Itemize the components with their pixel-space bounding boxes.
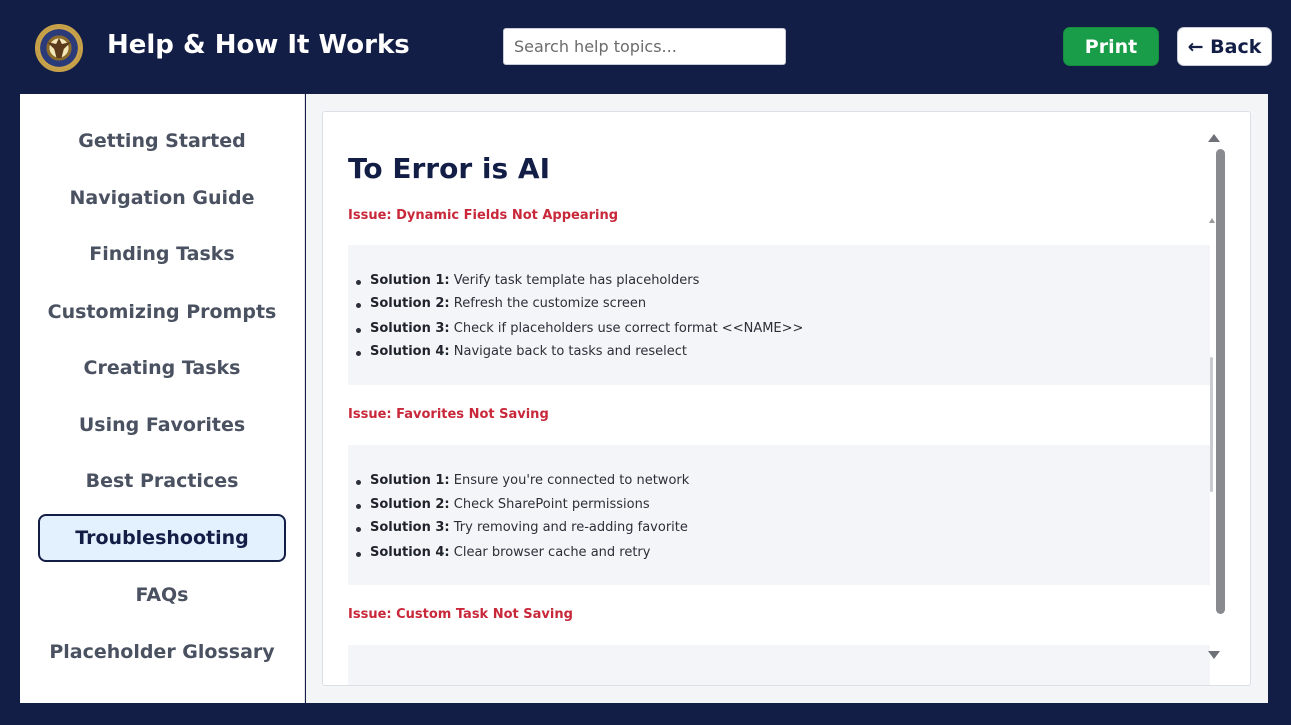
solution-label: Solution 3: (370, 321, 450, 336)
list-item: Solution 2: Check SharePoint permissions (356, 497, 650, 512)
issue-heading: Issue: Favorites Not Saving (348, 407, 549, 422)
caret-up-icon (1209, 218, 1215, 223)
solution-label: Solution 1: (370, 273, 450, 288)
sidebar-item-faqs[interactable]: FAQs (38, 571, 286, 619)
solution-text: Check if placeholders use correct format… (453, 321, 804, 336)
sidebar-item-customizing-prompts[interactable]: Customizing Prompts (38, 288, 286, 336)
solution-label: Solution 4: (370, 344, 450, 359)
list-item: Solution 2: Refresh the customize screen (355, 296, 647, 311)
sidebar-item-troubleshooting[interactable]: Troubleshooting (38, 514, 286, 562)
solution-text: Try removing and re-adding favorite (453, 520, 688, 535)
sidebar-item-using-favorites[interactable]: Using Favorites (38, 401, 286, 449)
solution-text: Check SharePoint permissions (453, 497, 650, 512)
list-item: Solution 1: Ensure you're connected to n… (355, 473, 690, 488)
solution-text: Ensure you're connected to network (453, 473, 690, 488)
solution-list: Solution 1: Verify task template has pla… (348, 245, 1210, 385)
seal-logo (35, 24, 83, 72)
issue-heading: Issue: Custom Task Not Saving (348, 607, 573, 622)
solution-label: Solution 4: (370, 545, 450, 560)
sidebar-item-finding-tasks[interactable]: Finding Tasks (38, 230, 286, 278)
list-item: Solution 3: Check if placeholders use co… (355, 321, 804, 336)
scroll-down-arrow-icon[interactable] (1208, 651, 1220, 659)
list-item: Solution 1: Verify task template has pla… (355, 273, 700, 288)
sidebar-item-best-practices[interactable]: Best Practices (38, 457, 286, 505)
solution-label: Solution 2: (370, 497, 450, 512)
sidebar-item-navigation-guide[interactable]: Navigation Guide (38, 174, 286, 222)
solution-list (348, 645, 1210, 685)
back-button[interactable]: ← Back (1177, 27, 1272, 66)
solution-list: Solution 1: Ensure you're connected to n… (348, 445, 1210, 585)
app-header: Help & How It Works Print ← Back (0, 0, 1291, 94)
list-item: Solution 3: Try removing and re-adding f… (356, 520, 688, 535)
print-button[interactable]: Print (1063, 27, 1159, 66)
solution-text: Clear browser cache and retry (453, 545, 651, 560)
main-content: To Error is AI Issue: Dynamic Fields Not… (306, 94, 1268, 703)
sidebar-item-getting-started[interactable]: Getting Started (38, 117, 286, 165)
solution-text: Verify task template has placeholders (453, 273, 700, 288)
section-title: To Error is AI (348, 152, 551, 185)
page-title: Help & How It Works (107, 30, 410, 60)
solution-label: Solution 3: (370, 520, 450, 535)
sidebar-nav: Getting Started Navigation Guide Finding… (20, 94, 305, 703)
eagle-icon (47, 38, 71, 58)
search-input[interactable] (503, 28, 786, 65)
help-panel: To Error is AI Issue: Dynamic Fields Not… (322, 111, 1251, 686)
issue-heading: Issue: Dynamic Fields Not Appearing (348, 208, 619, 223)
sidebar-item-placeholder-glossary[interactable]: Placeholder Glossary (38, 628, 286, 676)
solution-text: Refresh the customize screen (453, 296, 647, 311)
scrollbar-thumb[interactable] (1216, 149, 1225, 614)
solution-label: Solution 2: (370, 296, 450, 311)
list-item: Solution 4: Navigate back to tasks and r… (356, 344, 687, 359)
list-item: Solution 4: Clear browser cache and retr… (355, 545, 651, 560)
sidebar-item-creating-tasks[interactable]: Creating Tasks (38, 344, 286, 392)
solution-text: Navigate back to tasks and reselect (453, 344, 687, 359)
scroll-up-arrow-icon[interactable] (1208, 134, 1220, 142)
inner-scroll-indicator (1210, 357, 1213, 492)
solution-label: Solution 1: (370, 473, 450, 488)
